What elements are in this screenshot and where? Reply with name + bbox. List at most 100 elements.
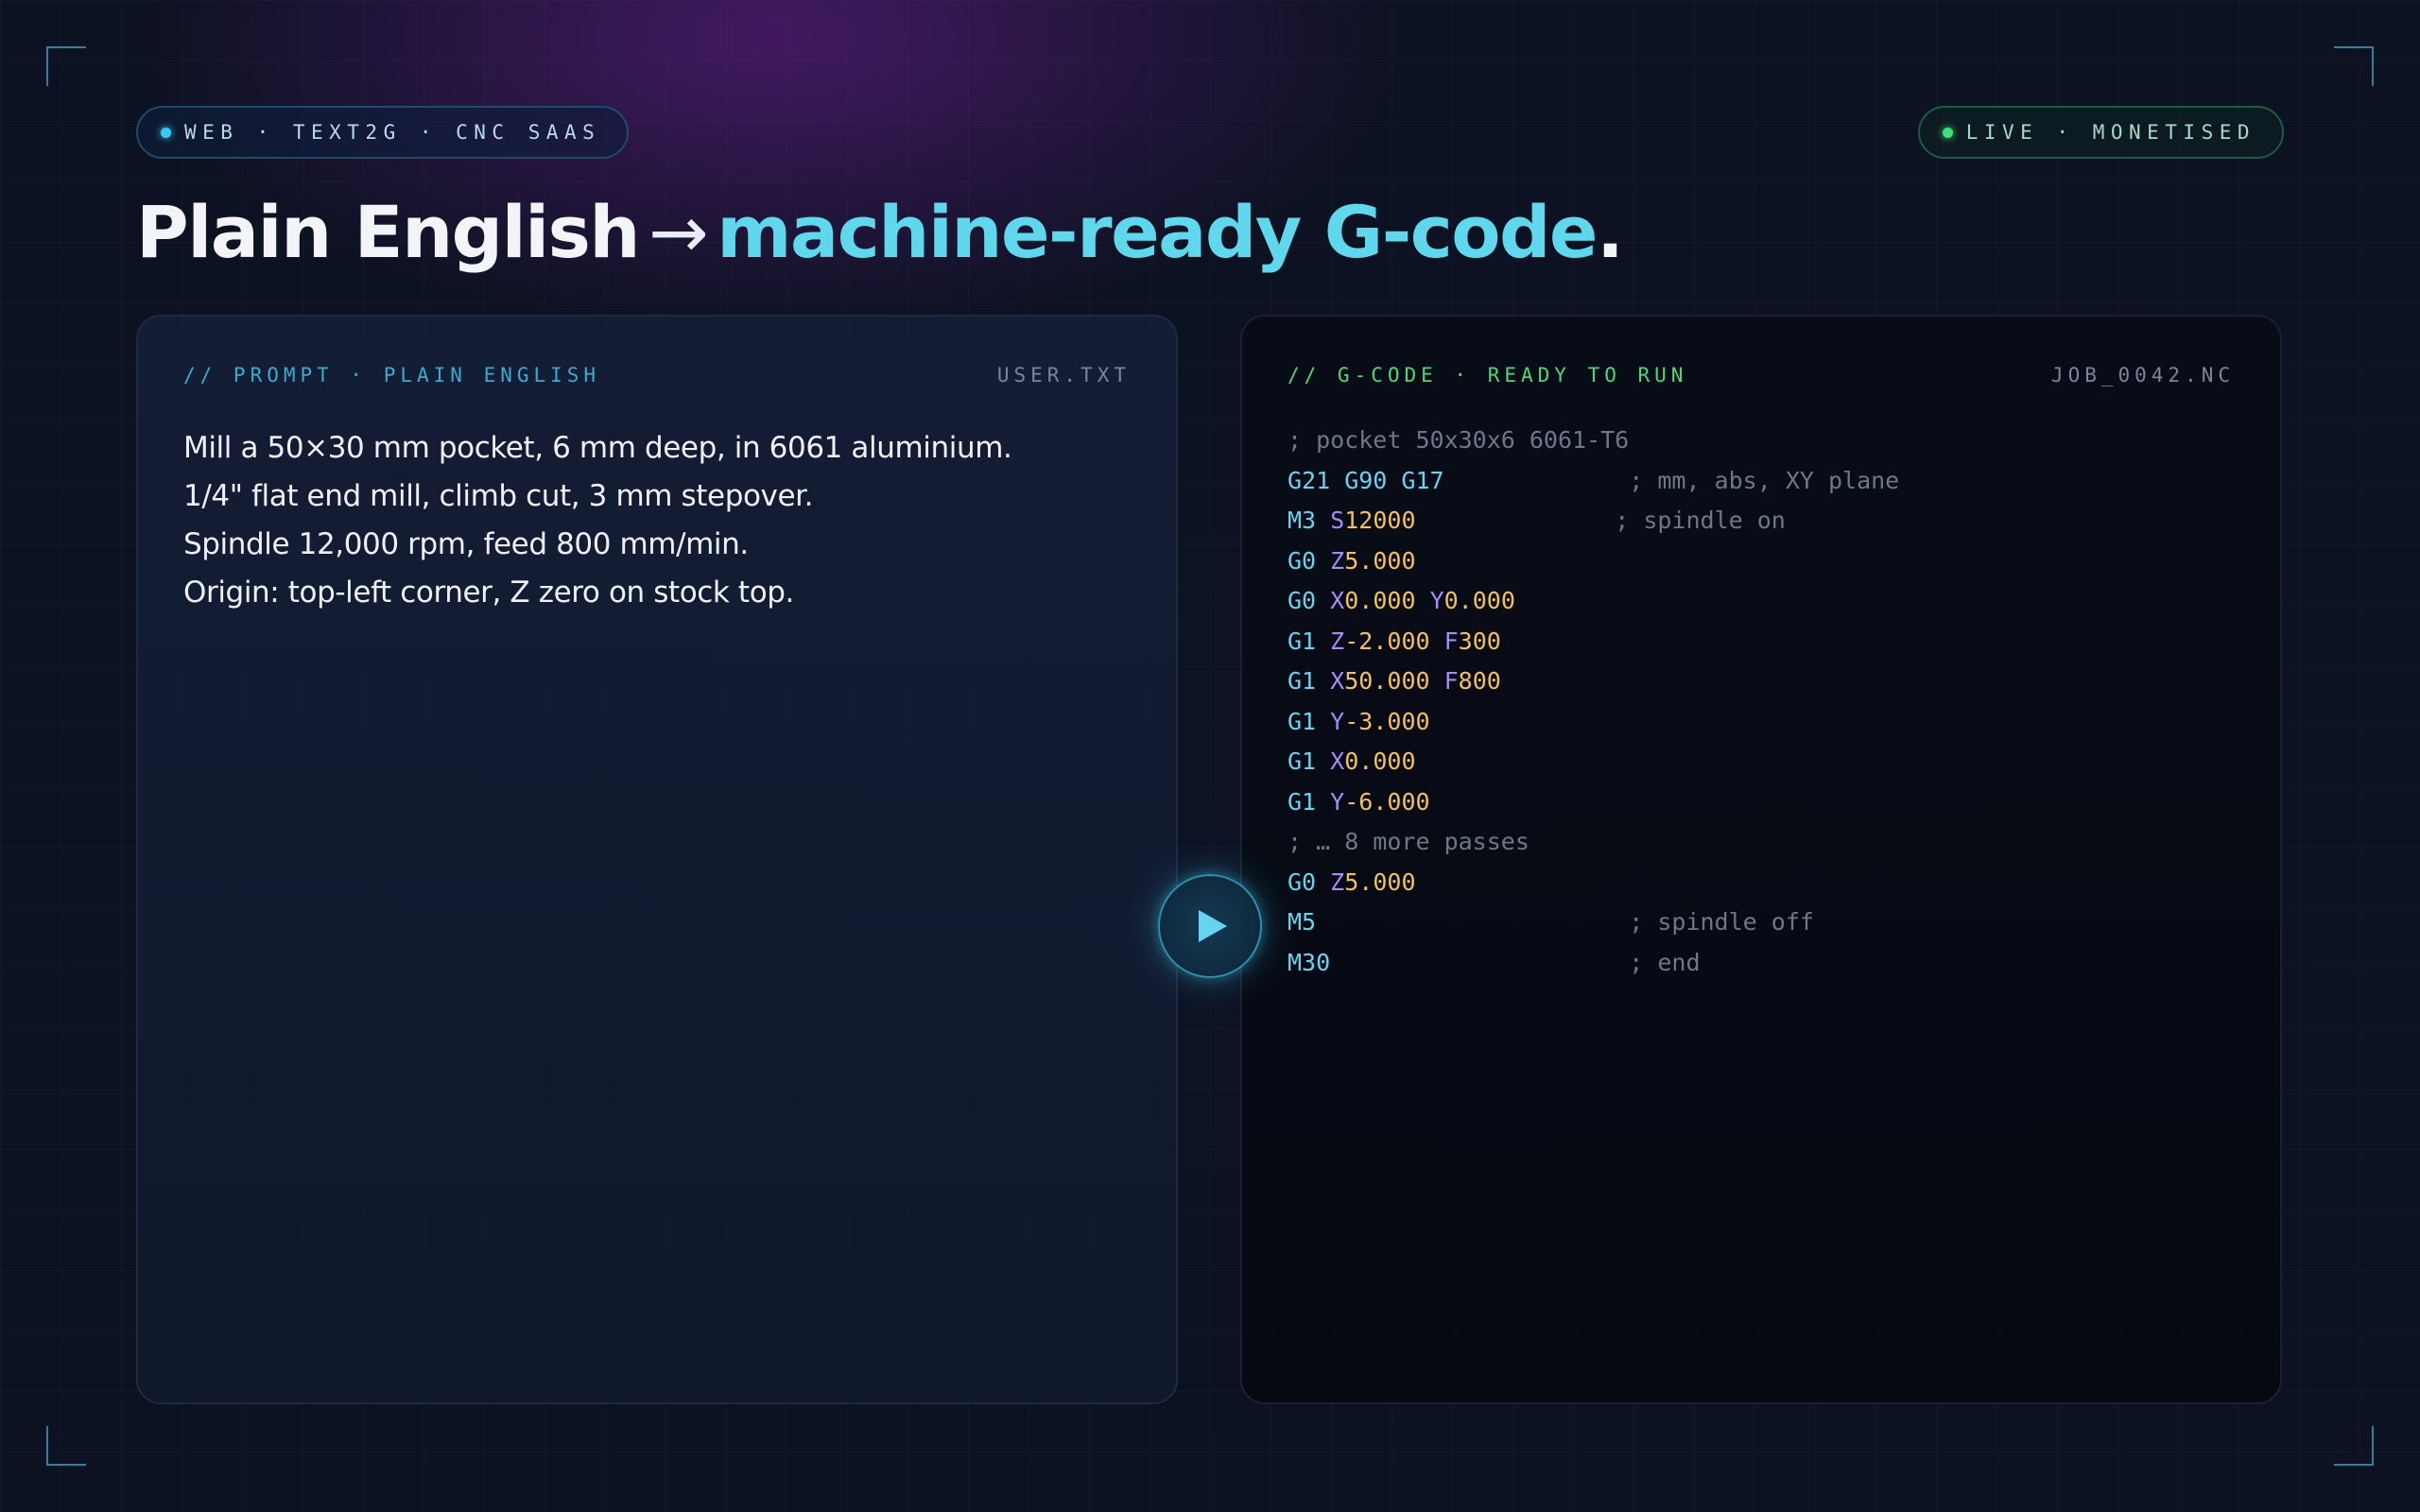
gcode-spacing <box>1444 467 1630 494</box>
prompt-panel: // PROMPT · PLAIN ENGLISH USER.TXT Mill … <box>136 315 1178 1404</box>
gcode-command: G21 G90 G17 <box>1288 466 1444 494</box>
gcode-spacing <box>1316 587 1330 614</box>
gcode-spacing <box>1430 627 1444 655</box>
gcode-axis: X <box>1330 667 1345 695</box>
gcode-command: G0 <box>1288 546 1317 575</box>
gcode-number: -2.000 <box>1344 627 1430 655</box>
gcode-comment: ; spindle on <box>1615 507 1786 534</box>
gcode-command: M5 <box>1288 908 1317 936</box>
category-badge: WEB · TEXT2G · CNC SAAS <box>136 106 630 159</box>
gcode-line: M5 ; spindle off <box>1288 902 2242 943</box>
gcode-line: G0 Z5.000 <box>1288 541 2242 582</box>
gcode-listing[interactable]: ; pocket 50x30x6 6061-T6 G21 G90 G17 ; mm… <box>1288 421 2242 983</box>
gcode-spacing <box>1416 587 1430 614</box>
gcode-axis: F <box>1443 627 1459 655</box>
gcode-command: G1 <box>1288 667 1317 695</box>
gcode-axis: Z <box>1330 546 1345 575</box>
gcode-number: 5.000 <box>1344 546 1416 575</box>
gcode-spacing <box>1316 547 1330 575</box>
gcode-comment: ; spindle off <box>1629 908 1814 936</box>
gcode-number: 12000 <box>1344 507 1416 534</box>
prompt-panel-header: // PROMPT · PLAIN ENGLISH USER.TXT <box>183 364 1131 387</box>
gcode-line: G0 Z5.000 <box>1288 863 2242 903</box>
gcode-comment: ; … 8 more passes <box>1288 828 1530 855</box>
gcode-number: -3.000 <box>1344 707 1430 735</box>
gcode-axis: S <box>1330 507 1345 534</box>
gcode-number: 0.000 <box>1344 747 1416 775</box>
gcode-command: G1 <box>1288 787 1317 816</box>
gcode-panel-header: // G-CODE · READY TO RUN JOB_0042.NC <box>1288 364 2235 387</box>
gcode-command: G0 <box>1288 587 1317 614</box>
gcode-line: G1 Z-2.000 F300 <box>1288 622 2242 662</box>
prompt-line: Mill a 50×30 mm pocket, 6 mm deep, in 60… <box>183 431 1012 465</box>
play-icon <box>1199 910 1227 942</box>
prompt-line: Spindle 12,000 rpm, feed 800 mm/min. <box>183 527 749 561</box>
gcode-line: M3 S12000 ; spindle on <box>1288 501 2242 541</box>
gcode-spacing <box>1316 507 1330 534</box>
gcode-command: G1 <box>1288 747 1317 775</box>
gcode-comment: ; end <box>1629 948 1701 976</box>
category-badge-label: WEB · TEXT2G · CNC SAAS <box>184 121 601 144</box>
prompt-line: Origin: top-left corner, Z zero on stock… <box>183 576 794 610</box>
gcode-line: G1 X0.000 <box>1288 742 2242 782</box>
gcode-command: M30 <box>1288 948 1331 976</box>
gcode-number: 5.000 <box>1344 868 1416 896</box>
gcode-command: M3 <box>1288 507 1317 534</box>
gcode-comment: ; mm, abs, XY plane <box>1629 466 1900 494</box>
corner-bracket-top-left <box>46 46 86 86</box>
gcode-line: M30 ; end <box>1288 943 2242 984</box>
gcode-spacing <box>1316 868 1330 896</box>
gcode-line: G21 G90 G17 ; mm, abs, XY plane <box>1288 461 2242 502</box>
gcode-spacing <box>1330 949 1629 976</box>
gcode-number: 50.000 <box>1344 667 1430 695</box>
gcode-axis: X <box>1330 747 1345 775</box>
live-status-label: LIVE · MONETISED <box>1965 121 2256 144</box>
gcode-command: G1 <box>1288 627 1317 655</box>
gcode-spacing <box>1430 667 1444 695</box>
gcode-number: 800 <box>1458 667 1501 695</box>
live-dot-icon <box>1942 127 1953 138</box>
gcode-number: -6.000 <box>1344 787 1430 816</box>
gcode-spacing <box>1316 747 1330 775</box>
gcode-axis: Y <box>1429 587 1444 614</box>
prompt-panel-filename: USER.TXT <box>996 364 1131 387</box>
gcode-number: 0.000 <box>1344 587 1416 614</box>
corner-bracket-bottom-right <box>2334 1426 2374 1466</box>
gcode-axis: Z <box>1330 868 1345 896</box>
headline-part-1: Plain English <box>136 190 641 274</box>
gcode-line: G1 Y-6.000 <box>1288 782 2242 823</box>
gcode-axis: Y <box>1330 787 1345 816</box>
gcode-axis: X <box>1330 587 1345 614</box>
gcode-spacing <box>1416 507 1616 534</box>
headline-period: . <box>1596 190 1624 274</box>
gcode-spacing <box>1316 708 1330 735</box>
status-dot-icon <box>161 127 171 138</box>
prompt-panel-title: // PROMPT · PLAIN ENGLISH <box>183 364 601 387</box>
corner-bracket-bottom-left <box>46 1426 86 1466</box>
generate-play-button[interactable] <box>1158 874 1262 978</box>
gcode-spacing <box>1316 667 1330 695</box>
prompt-text[interactable]: Mill a 50×30 mm pocket, 6 mm deep, in 60… <box>183 424 1138 617</box>
gcode-command: G0 <box>1288 868 1317 896</box>
gcode-axis: F <box>1443 667 1459 695</box>
prompt-line: 1/4" flat end mill, climb cut, 3 mm step… <box>183 479 814 513</box>
live-status-badge: LIVE · MONETISED <box>1917 106 2284 159</box>
gcode-spacing <box>1316 908 1629 936</box>
gcode-line: G1 X50.000 F800 <box>1288 662 2242 702</box>
gcode-number: 300 <box>1458 627 1501 655</box>
gcode-panel: // G-CODE · READY TO RUN JOB_0042.NC ; p… <box>1240 315 2282 1404</box>
gcode-axis: Y <box>1330 707 1345 735</box>
headline-arrow: → <box>648 190 709 274</box>
gcode-axis: Z <box>1330 627 1345 655</box>
gcode-line: ; … 8 more passes <box>1288 822 2242 863</box>
gcode-comment: ; pocket 50x30x6 6061-T6 <box>1288 426 1630 454</box>
gcode-command: G1 <box>1288 707 1317 735</box>
gcode-line: G1 Y-3.000 <box>1288 702 2242 743</box>
corner-bracket-top-right <box>2334 46 2374 86</box>
gcode-spacing <box>1316 627 1330 655</box>
page-headline: Plain English → machine-ready G-code. <box>136 185 1624 280</box>
gcode-panel-title: // G-CODE · READY TO RUN <box>1288 364 1688 387</box>
gcode-number: 0.000 <box>1443 587 1515 614</box>
gcode-spacing <box>1316 788 1330 816</box>
gcode-line: G0 X0.000 Y0.000 <box>1288 581 2242 622</box>
